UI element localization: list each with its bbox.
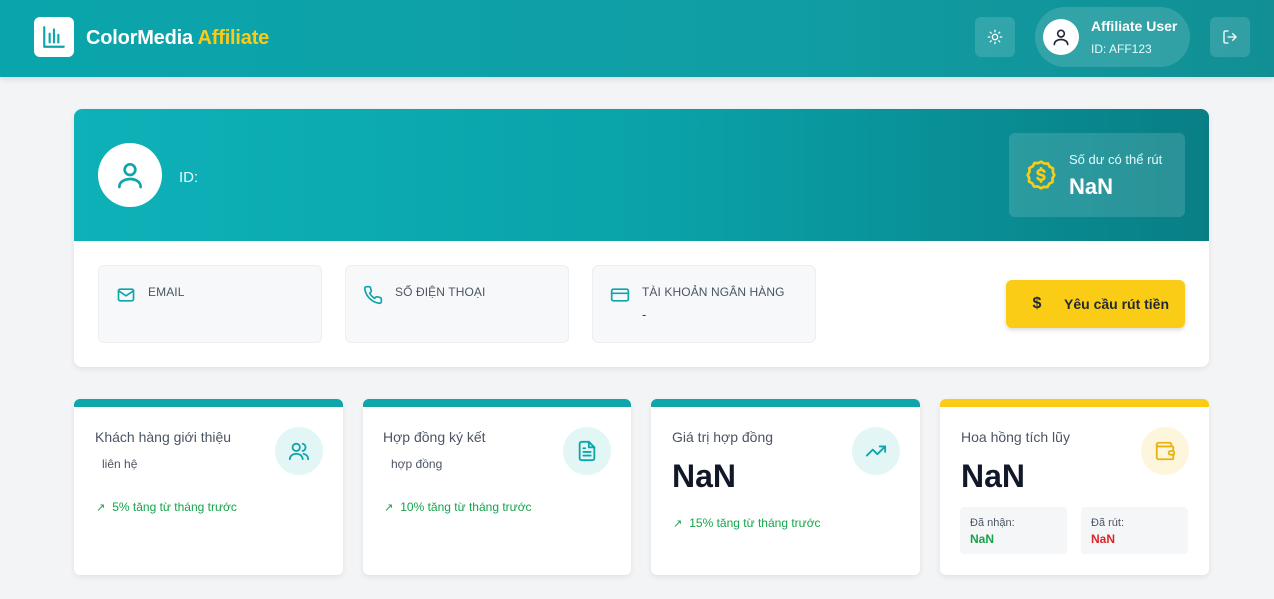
- users-icon: [288, 442, 310, 461]
- profile-card: ID: Số dư có thể rút NaN EMAIL SỐ ĐIỆN T…: [74, 109, 1209, 367]
- withdrawn-value: NaN: [1091, 532, 1116, 546]
- withdraw-button-label: Yêu cầu rút tiền: [1064, 296, 1170, 312]
- phone-label: SỐ ĐIỆN THOẠI: [395, 285, 486, 299]
- stat-title: Giá trị hợp đồng: [672, 429, 774, 445]
- bank-account-label: TÀI KHOẢN NGÂN HÀNG: [642, 285, 785, 299]
- stat-icon: [275, 427, 323, 475]
- profile-avatar: [98, 143, 162, 207]
- email-label: EMAIL: [148, 285, 185, 299]
- stat-icon: [1141, 427, 1189, 475]
- profile-banner: ID: Số dư có thể rút NaN: [74, 109, 1209, 241]
- trend-text: 15% tăng từ tháng trước: [689, 516, 821, 530]
- stat-card-accumulated-commission: Hoa hồng tích lũy NaN Đã nhận: NaN Đã rú…: [940, 399, 1209, 575]
- user-icon: [118, 163, 142, 189]
- logout-icon: [1223, 30, 1237, 44]
- stat-icon: [852, 427, 900, 475]
- received-value: NaN: [970, 532, 995, 546]
- received-label: Đã nhận:: [970, 517, 1015, 529]
- stat-trend: ↗ 10% tăng từ tháng trước: [384, 500, 532, 514]
- brand-main: ColorMedia: [86, 27, 193, 49]
- credit-card-icon: [610, 288, 630, 302]
- stat-title: Khách hàng giới thiệu: [95, 429, 232, 445]
- mail-icon: [117, 288, 135, 302]
- user-menu[interactable]: Affiliate User ID: AFF123: [1035, 7, 1190, 67]
- sun-icon: [987, 29, 1003, 45]
- stat-title: Hoa hồng tích lũy: [961, 429, 1070, 445]
- dollar-icon: $: [1032, 295, 1042, 312]
- user-id: ID: AFF123: [1091, 42, 1152, 56]
- stat-value: NaN: [961, 458, 1026, 494]
- balance-box: Số dư có thể rút NaN: [1009, 133, 1185, 217]
- stat-subtitle: hợp đồng: [391, 457, 443, 471]
- withdrawn-box: Đã rút: NaN: [1081, 507, 1188, 554]
- logo[interactable]: [34, 17, 74, 57]
- stat-trend: ↗ 15% tăng từ tháng trước: [673, 516, 821, 530]
- trend-up-arrow-icon: ↗: [96, 501, 106, 514]
- app-header: ColorMedia Affiliate Affiliate User ID: …: [0, 0, 1274, 77]
- balance-value: NaN: [1069, 174, 1114, 199]
- stat-value: NaN: [672, 458, 737, 494]
- stat-card-referred-customers: Khách hàng giới thiệu liên hệ ↗ 5% tăng …: [74, 399, 343, 575]
- stat-icon: [563, 427, 611, 475]
- theme-toggle-button[interactable]: [975, 17, 1015, 57]
- user-name: Affiliate User: [1091, 18, 1178, 34]
- brand-accent: Affiliate: [197, 27, 270, 49]
- phone-icon: [363, 285, 383, 305]
- stat-trend: ↗ 5% tăng từ tháng trước: [96, 500, 237, 514]
- user-icon: [1053, 29, 1069, 46]
- wallet-icon: [1155, 441, 1176, 461]
- profile-id: ID:: [179, 169, 199, 186]
- document-icon: [578, 440, 596, 462]
- bar-chart-icon: [43, 26, 65, 48]
- bank-account-value: -: [642, 307, 647, 322]
- trend-text: 5% tăng từ tháng trước: [112, 500, 237, 514]
- email-info-box: EMAIL: [98, 265, 322, 343]
- received-box: Đã nhận: NaN: [960, 507, 1067, 554]
- withdraw-request-button[interactable]: $ Yêu cầu rút tiền: [1006, 280, 1185, 328]
- stat-card-contract-value: Giá trị hợp đồng NaN ↗ 15% tăng từ tháng…: [651, 399, 920, 575]
- brand-title: ColorMedia Affiliate: [86, 27, 269, 50]
- balance-label: Số dư có thể rút: [1069, 152, 1163, 167]
- stat-card-signed-contracts: Hợp đồng ký kết hợp đồng ↗ 10% tăng từ t…: [363, 399, 631, 575]
- logout-button[interactable]: [1210, 17, 1250, 57]
- trend-up-arrow-icon: ↗: [673, 517, 683, 530]
- withdrawn-label: Đã rút:: [1091, 517, 1125, 529]
- trend-up-arrow-icon: ↗: [384, 501, 394, 514]
- trend-text: 10% tăng từ tháng trước: [400, 500, 532, 514]
- avatar: [1043, 19, 1079, 55]
- coin-dollar-icon: [1026, 160, 1056, 190]
- stat-title: Hợp đồng ký kết: [383, 429, 486, 445]
- stat-subtitle: liên hệ: [102, 457, 138, 471]
- trending-up-icon: [865, 445, 887, 457]
- phone-info-box: SỐ ĐIỆN THOẠI: [345, 265, 569, 343]
- bank-account-info-box: TÀI KHOẢN NGÂN HÀNG -: [592, 265, 816, 343]
